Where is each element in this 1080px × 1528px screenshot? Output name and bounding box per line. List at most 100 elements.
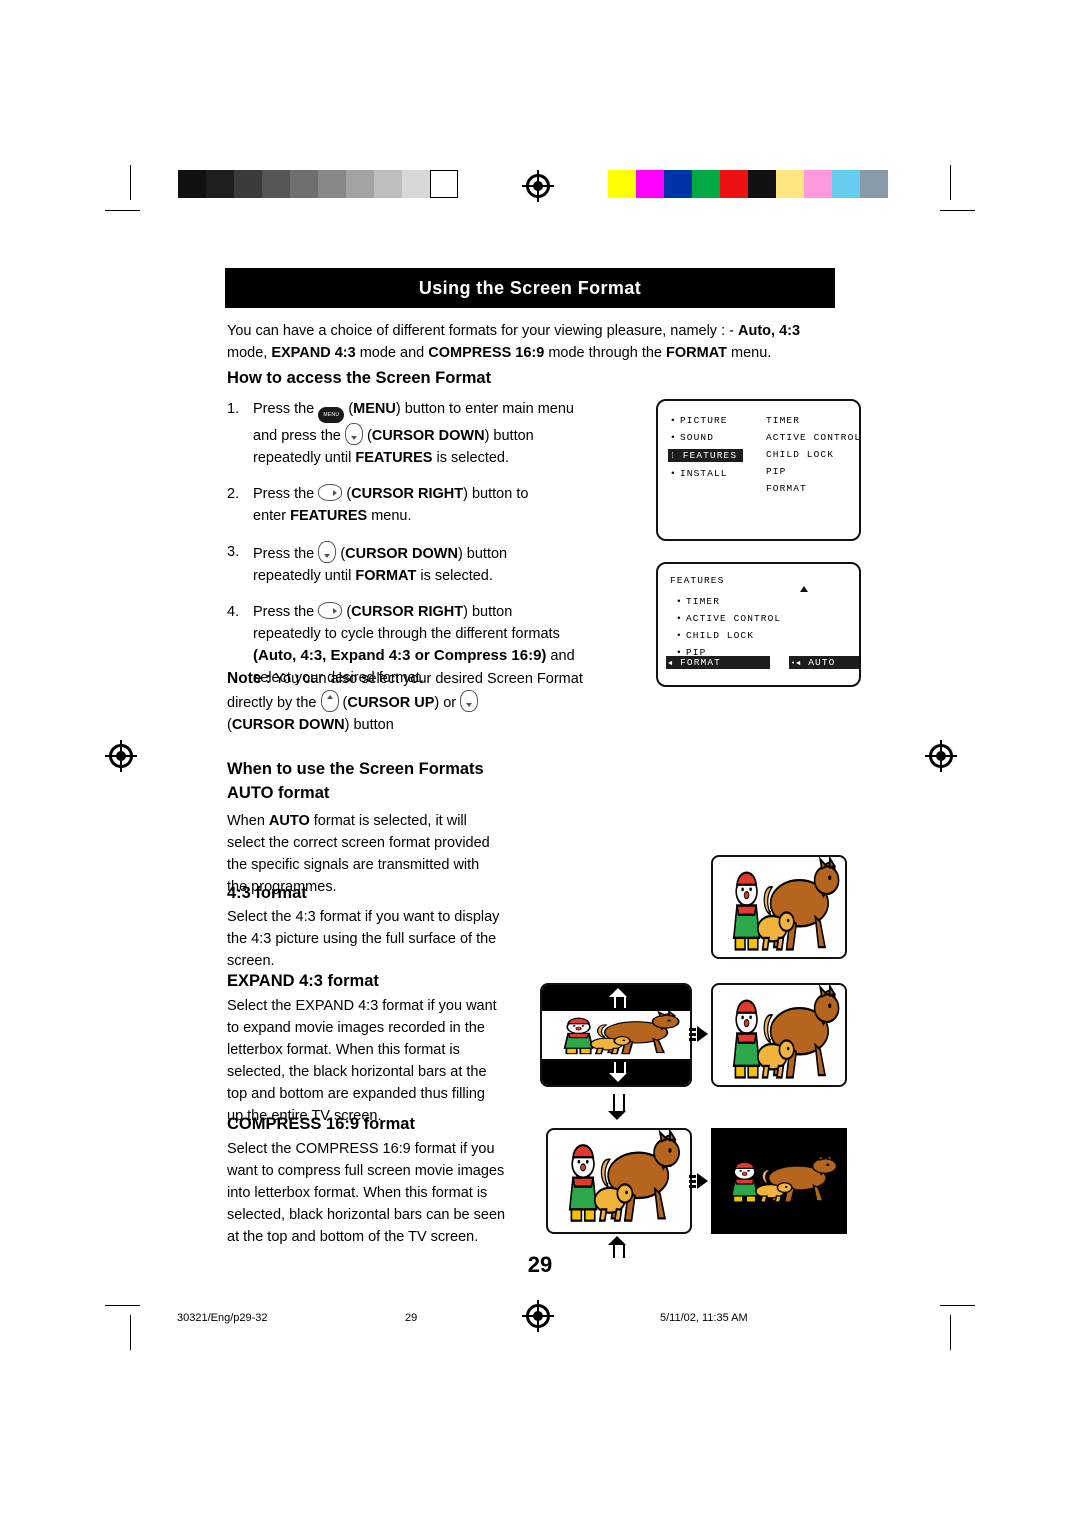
step-1-number: 1. — [227, 401, 240, 417]
note-text-2a: directly by the — [227, 695, 321, 711]
osd-item-active-control[interactable]: ACTIVE CONTROL — [766, 432, 861, 443]
osd-item-features[interactable]: ⁞ FEATURES — [668, 449, 744, 462]
compress-transform-arrow — [689, 1173, 708, 1189]
note-text-3b: ) button — [344, 717, 394, 733]
registration-mark-left — [105, 740, 137, 772]
expand-arrow-up — [609, 988, 627, 1008]
cursor-down-icon — [344, 423, 363, 445]
osd-feature-child-lock[interactable]: • CHILD LOCK — [676, 630, 781, 641]
osd-feature-active-control[interactable]: • ACTIVE CONTROL — [676, 613, 781, 624]
note-text-2c: ) or — [434, 695, 461, 711]
expand-arrow-down — [609, 1062, 627, 1082]
crop-mark-top-right — [915, 165, 975, 225]
intro-text-5: menu. — [726, 345, 772, 361]
footer-left: 30321/Eng/p29-32 — [177, 1312, 268, 1324]
step-4-line2: repeatedly to cycle through the differen… — [253, 626, 560, 642]
osd-feature-format-label: ◄ FORMAT — [666, 656, 770, 669]
step-4-bold-formats: (Auto, 4:3, Expand 4:3 or Compress 16:9) — [253, 647, 547, 664]
step-2-bold-cursor-right: CURSOR RIGHT — [351, 486, 464, 502]
heading-compress-format: COMPRESS 16:9 format — [227, 1115, 415, 1133]
intro-paragraph: You can have a choice of different forma… — [227, 320, 839, 364]
tv-compress-result — [711, 1128, 847, 1234]
tv-expand-result — [711, 983, 847, 1087]
heading-expand-format: EXPAND 4:3 format — [227, 972, 379, 990]
intro-text-3: mode and — [355, 345, 429, 361]
page-title: Using the Screen Format — [225, 268, 835, 308]
intro-text-2: mode, — [227, 345, 272, 361]
osd-item-picture[interactable]: • PICTURE — [670, 415, 743, 426]
step-1-line2-a: and press the — [253, 428, 345, 444]
note-block: Note : You can also select your desired … — [227, 668, 627, 736]
step-4-number: 4. — [227, 604, 240, 620]
expand-description: Select the EXPAND 4:3 format if you want… — [227, 998, 497, 1124]
osd-main-right-column: TIMER ACTIVE CONTROL CHILD LOCK PIP FORM… — [766, 415, 861, 500]
crop-mark-bottom-left — [105, 1290, 165, 1350]
osd-features-header: FEATURES — [670, 575, 725, 586]
compress-arrow-top — [608, 1094, 626, 1120]
intro-bold-compress: COMPRESS 16:9 — [428, 345, 545, 361]
heading-when-to-use: When to use the Screen Formats — [227, 760, 484, 778]
step-4-bold-cursor-right: CURSOR RIGHT — [351, 604, 464, 620]
osd-item-timer[interactable]: TIMER — [766, 415, 861, 426]
step-1-text-a: Press the — [253, 401, 319, 417]
heading-how-to-access: How to access the Screen Format — [227, 369, 492, 387]
note-bold-cursor-up: CURSOR UP — [347, 695, 435, 711]
osd-feature-timer[interactable]: • TIMER — [676, 596, 781, 607]
step-4-text-c: ) button — [463, 604, 513, 620]
osd-item-pip[interactable]: PIP — [766, 466, 861, 477]
compress-bar-top — [711, 1128, 847, 1154]
heading-43-format: 4:3 format — [227, 884, 307, 902]
step-1-line2-c: ) button — [484, 428, 534, 444]
cartoon-scene-compressed — [730, 1154, 838, 1203]
footer-right: 5/11/02, 11:35 AM — [660, 1312, 748, 1324]
step-2-line2-a: enter — [253, 508, 291, 524]
step-2-text-a: Press the — [253, 486, 319, 502]
compress-bar-bottom — [711, 1208, 847, 1234]
four-three-description: Select the 4:3 format if you want to dis… — [227, 909, 500, 969]
osd-item-install[interactable]: • INSTALL — [670, 468, 743, 479]
registration-mark-bottom — [522, 1300, 554, 1332]
steps-list: 1. Press the MENU (MENU) button to enter… — [227, 398, 627, 703]
step-4-line3-rest: and — [546, 648, 575, 664]
step-2-line2-b: menu. — [367, 508, 412, 524]
crop-mark-top-left — [105, 165, 165, 225]
osd-feature-format-row[interactable]: ◄ FORMAT •◄ AUTO — [666, 656, 859, 669]
menu-button-icon: MENU — [318, 407, 345, 423]
intro-bold-auto: Auto, 4:3 — [738, 323, 801, 339]
cartoon-scene-full — [568, 1130, 681, 1222]
step-1-line3-a: repeatedly until — [253, 450, 356, 466]
step-3-text-a: Press the — [253, 546, 319, 562]
step-3-bold-format: FORMAT — [355, 568, 417, 584]
osd-main-menu: • PICTURE • SOUND ⁞ FEATURES • INSTALL TIME… — [656, 399, 861, 541]
cartoon-scene-43 — [732, 857, 840, 951]
tv-compress-source — [546, 1128, 692, 1234]
registration-mark-top — [522, 170, 554, 202]
step-3-bold-cursor-down: CURSOR DOWN — [345, 546, 458, 562]
cartoon-scene-letterbox — [563, 1011, 680, 1055]
crop-mark-bottom-right — [915, 1290, 975, 1350]
compress-description: Select the COMPRESS 16:9 format if you wa… — [227, 1141, 506, 1245]
cursor-down-icon — [460, 690, 479, 712]
page-number: 29 — [527, 1252, 553, 1277]
step-3-line2-b: is selected. — [416, 568, 493, 584]
color-swatch-strip — [608, 170, 888, 198]
registration-mark-right — [925, 740, 957, 772]
step-1-bold-cursor-down: CURSOR DOWN — [371, 428, 485, 444]
cursor-right-icon — [318, 484, 343, 501]
step-2-number: 2. — [227, 486, 240, 502]
heading-auto-format: AUTO format — [227, 784, 330, 802]
osd-main-left-column: • PICTURE • SOUND ⁞ FEATURES • INSTALL — [668, 415, 744, 485]
osd-item-sound[interactable]: • SOUND — [670, 432, 743, 443]
osd-feature-format-value: •◄ AUTO — [788, 656, 859, 669]
osd-item-child-lock[interactable]: CHILD LOCK — [766, 449, 861, 460]
cursor-up-icon — [320, 690, 339, 712]
grayscale-swatch-strip — [178, 170, 458, 198]
intro-text-1: You can have a choice of different forma… — [227, 323, 738, 339]
osd-item-format[interactable]: FORMAT — [766, 483, 861, 494]
step-2-bold-features: FEATURES — [290, 508, 368, 524]
step-3-number: 3. — [227, 544, 240, 560]
step-1-text-c: ) button to enter main menu — [395, 401, 574, 417]
intro-text-4: mode through the — [544, 345, 667, 361]
osd-features-items: • TIMER • ACTIVE CONTROL • CHILD LOCK • PIP — [676, 596, 781, 664]
note-label: Note : — [227, 670, 271, 687]
